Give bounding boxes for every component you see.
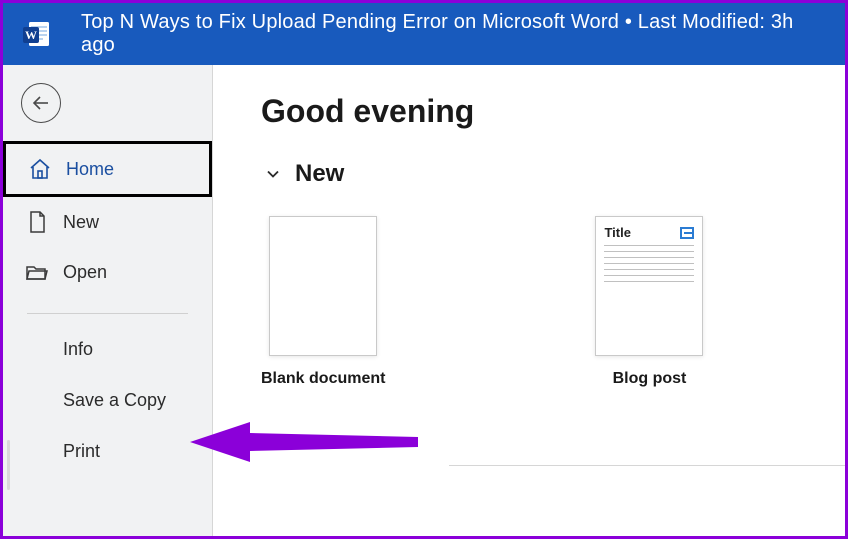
template-label: Blank document <box>261 370 385 388</box>
collapse-new-button[interactable] <box>261 162 285 186</box>
templates-row: Blank document Title Blog post <box>261 216 845 388</box>
greeting-heading: Good evening <box>261 93 845 130</box>
back-button[interactable] <box>21 83 61 123</box>
sidebar-item-home[interactable]: Home <box>3 141 212 197</box>
sidebar-separator <box>27 313 188 314</box>
page-icon <box>25 210 49 234</box>
sidebar-item-label: Save a Copy <box>63 390 166 410</box>
document-title: Top N Ways to Fix Upload Pending Error o… <box>81 11 827 57</box>
title-bar: W Top N Ways to Fix Upload Pending Error… <box>3 3 845 65</box>
new-section-label: New <box>295 160 344 188</box>
sidebar-item-open[interactable]: Open <box>3 247 212 297</box>
sidebar-item-new[interactable]: New <box>3 197 212 247</box>
home-icon <box>28 157 52 181</box>
sidebar-item-save-a-copy[interactable]: Save a Copy <box>3 375 212 426</box>
back-arrow-icon <box>29 91 53 115</box>
template-blank-document[interactable]: Blank document <box>261 216 385 388</box>
divider <box>449 465 845 466</box>
backstage-sidebar: Home New Open Info Save a Copy Print <box>3 65 213 536</box>
sidebar-item-label: Print <box>63 441 100 461</box>
template-label: Blog post <box>613 370 687 388</box>
sidebar-scrollbar[interactable] <box>7 440 10 490</box>
sidebar-item-info[interactable]: Info <box>3 324 212 375</box>
sidebar-item-print[interactable]: Print <box>3 426 212 477</box>
svg-text:W: W <box>25 28 37 42</box>
template-tile-blog: Title <box>595 216 703 356</box>
backstage-view: Home New Open Info Save a Copy Print <box>3 65 845 536</box>
folder-open-icon <box>25 260 49 284</box>
template-tile-blank <box>269 216 377 356</box>
sidebar-item-label: New <box>63 212 99 233</box>
tile-blog-icon <box>680 227 694 239</box>
sidebar-item-label: Home <box>66 159 114 180</box>
new-section-header: New <box>261 160 845 188</box>
word-logo: W <box>21 18 53 50</box>
template-blog-post[interactable]: Title Blog post <box>595 216 703 388</box>
main-panel: Good evening New Blank document Title <box>213 65 845 536</box>
sidebar-item-label: Info <box>63 339 93 359</box>
sidebar-item-label: Open <box>63 262 107 283</box>
chevron-down-icon <box>263 164 283 184</box>
tile-title-text: Title <box>604 225 631 240</box>
